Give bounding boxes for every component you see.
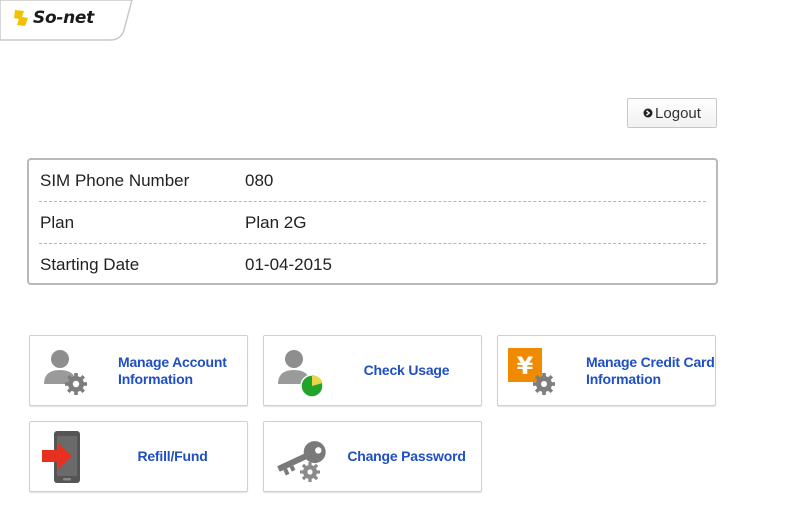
manage-credit-card-label: Manage Credit Card Information [586,353,715,387]
change-password-label: Change Password [347,448,466,464]
refill-fund-label: Refill/Fund [137,448,208,464]
refill-fund-button[interactable]: Refill/Fund [29,421,248,492]
manage-account-button[interactable]: Manage Account Information [29,335,248,406]
user-pie-chart-icon [278,350,324,398]
info-label: Plan [40,212,75,232]
info-row-starting-date: Starting Date 01-04-2015 [39,244,706,285]
info-value: 080 [245,170,274,190]
user-gear-icon [44,350,87,395]
change-password-button[interactable]: Change Password [263,421,482,492]
header-tab: So-net [0,0,140,42]
yen-gear-icon: ¥ [508,348,555,395]
manage-credit-card-button[interactable]: ¥ Manage Credit Card Information [497,335,716,406]
info-value: Plan 2G [245,212,307,232]
info-row-sim-number: SIM Phone Number 080 [39,160,706,202]
info-label: Starting Date [40,254,140,274]
logo-text: So-net [33,8,94,28]
svg-text:¥: ¥ [517,352,534,380]
arrow-circle-icon [643,108,653,118]
check-usage-label: Check Usage [363,362,450,378]
check-usage-button[interactable]: Check Usage [263,335,482,406]
info-label: SIM Phone Number [40,170,190,190]
info-value: 01-04-2015 [245,254,332,274]
account-info-panel: SIM Phone Number 080 Plan Plan 2G Starti… [27,158,718,285]
phone-arrow-icon [42,431,80,483]
so-net-logo-icon [14,10,28,26]
logout-label: Logout [655,104,701,122]
key-gear-icon [277,441,326,482]
info-row-plan: Plan Plan 2G [39,202,706,244]
logo[interactable]: So-net [12,8,94,28]
logout-button[interactable]: Logout [627,98,717,128]
manage-account-label: Manage Account Information [118,353,227,387]
